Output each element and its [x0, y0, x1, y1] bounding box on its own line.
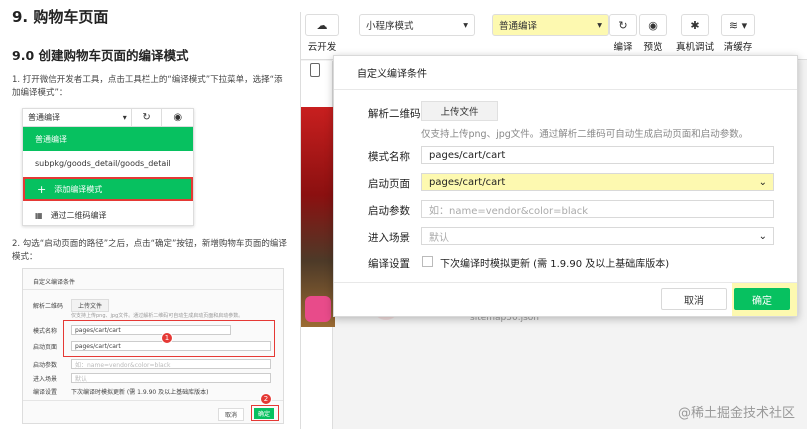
upload-note: 仅支持上传png、jpg文件。通过解析二维码可自动生成启动页面和启动参数。: [421, 129, 749, 140]
compile-setting-text: 下次编译时模拟更新 (需 1.9.90 及以上基础库版本): [440, 259, 670, 270]
simulator-preview-image: [301, 107, 335, 327]
clear-cache-label: 清缓存: [723, 42, 753, 53]
dropdown-item-label: 通过二维码编译: [50, 210, 107, 220]
scene-value: 默认: [429, 232, 449, 244]
compile-label: 编译: [613, 42, 633, 53]
start-page-value: pages/cart/cart: [429, 176, 506, 188]
mini-scene: 默认: [71, 373, 271, 383]
mini-param: 如：name=vendor&color=black: [71, 359, 271, 369]
compile-select-value: 普通编译: [499, 21, 538, 32]
compile-mode-dropdown-screenshot: 普通编译 ▾ ↻ ◉ 普通编译 subpkg/goods_detail/good…: [22, 108, 194, 226]
caret-down-icon: ▾: [597, 19, 602, 31]
badge-1: 1: [161, 332, 173, 344]
mode-name-label: 模式名称: [368, 151, 410, 163]
mini-confirm: 确定: [254, 408, 275, 419]
section-title: 9. 购物车页面: [12, 8, 109, 26]
refresh-icon: ↻: [132, 108, 163, 127]
subsection-title: 9.0 创建购物车页面的编译模式: [12, 48, 189, 63]
mode-name-input[interactable]: pages/cart/cart: [421, 146, 774, 164]
eye-icon: ◉: [648, 18, 658, 32]
mini-label: 启动参数: [33, 361, 58, 369]
dropdown-item: subpkg/goods_detail/goods_detail: [35, 158, 171, 168]
dropdown-item-label: 添加编译模式: [54, 184, 103, 194]
start-page-label: 启动页面: [368, 178, 410, 190]
start-param-placeholder: 如：name=vendor&color=black: [429, 205, 589, 217]
mini-label: 进入场景: [33, 375, 58, 383]
mini-dialog-title: 自定义编译条件: [33, 279, 76, 286]
cloud-icon: ☁: [316, 18, 328, 32]
dialog-title: 自定义编译条件: [334, 56, 797, 90]
start-param-label: 启动参数: [368, 205, 410, 217]
compile-select[interactable]: 普通编译 ▾: [492, 14, 609, 36]
mini-cancel: 取消: [218, 408, 245, 421]
dropdown-selected: 普通编译 ▾: [23, 108, 132, 127]
compile-setting-label: 编译设置: [368, 258, 410, 270]
simulate-update-checkbox[interactable]: [422, 256, 433, 267]
scene-label: 进入场景: [368, 232, 410, 244]
dropdown-item: 普通编译: [23, 127, 193, 151]
mini-compile-setting: 下次编译时模拟更新 (需 1.9.90 及以上基础库版本): [71, 389, 209, 396]
mini-upload: 上传文件: [71, 299, 110, 312]
cancel-button[interactable]: 取消: [661, 288, 727, 310]
mini-start-page: pages/cart/cart: [71, 341, 271, 351]
mini-label: 解析二维码: [33, 303, 64, 310]
start-param-input[interactable]: 如：name=vendor&color=black: [421, 200, 774, 218]
mini-mode-name: pages/cart/cart: [71, 325, 231, 335]
step-2-text: 2. 勾选“启动页面的路径”之后，点击“确定”按钮，新增购物车页面的编译模式：: [12, 239, 287, 262]
phone-icon: [310, 63, 320, 77]
cloud-button[interactable]: ☁: [305, 14, 339, 36]
mode-select[interactable]: 小程序模式 ▾: [359, 14, 475, 36]
custom-compile-dialog: 自定义编译条件 解析二维码 上传文件 仅支持上传png、jpg文件。通过解析二维…: [333, 55, 798, 317]
caret-down-icon: ▾: [463, 19, 468, 31]
eye-icon: ◉: [173, 112, 183, 123]
badge-2: 2: [260, 393, 272, 405]
bug-icon: ✱: [690, 18, 700, 32]
mini-label: 启动页面: [33, 343, 58, 351]
dialog-footer: 取消 确定: [334, 282, 797, 316]
upload-file-button[interactable]: 上传文件: [421, 101, 498, 121]
confirm-button[interactable]: 确定: [734, 288, 790, 310]
mini-dialog-screenshot: 自定义编译条件 解析二维码 上传文件 仅支持上传png、jpg文件。通过解析二维码…: [22, 268, 284, 424]
caret-down-icon: ▾: [122, 113, 127, 122]
start-page-select[interactable]: pages/cart/cart ⌄: [421, 173, 774, 191]
cloud-label: 云开发: [307, 42, 337, 53]
app-icon: [305, 296, 331, 322]
chevron-down-icon: ⌄: [758, 176, 767, 188]
clear-cache-button[interactable]: ≋ ▾: [721, 14, 755, 36]
ide-toolbar: ☁ 云开发 小程序模式 ▾ 普通编译 ▾ ↻ 编译 ◉ 预览 ✱ 真机调试 ≋ …: [301, 12, 807, 60]
dropdown-item-add: + 添加编译模式: [23, 177, 193, 201]
debug-button[interactable]: ✱: [681, 14, 709, 36]
preview-button[interactable]: ◉: [639, 14, 667, 36]
watermark: @稀土掘金技术社区: [677, 406, 795, 421]
dropdown-selected-label: 普通编译: [28, 113, 60, 122]
mini-label: 模式名称: [33, 327, 58, 335]
plus-icon: +: [37, 182, 47, 196]
chevron-down-icon: ⌄: [758, 230, 767, 242]
preview-label: 预览: [643, 42, 663, 53]
compile-button[interactable]: ↻: [609, 14, 637, 36]
scene-select[interactable]: 默认 ⌄: [421, 227, 774, 245]
layers-icon: ≋ ▾: [728, 18, 748, 32]
qr-label: 解析二维码: [368, 108, 421, 120]
dropdown-item-qr: ▦ 通过二维码编译: [23, 203, 193, 227]
debug-label: 真机调试: [675, 42, 714, 53]
mode-select-value: 小程序模式: [366, 21, 414, 32]
step-1-text: 1. 打开微信开发者工具，点击工具栏上的“编译模式”下拉菜单，选择“添加编译模式…: [12, 75, 283, 98]
mini-label: 编译设置: [33, 389, 58, 396]
mini-note: 仅支持上传png、jpg文件。通过解析二维码可自动生成启动页面和启动参数。: [71, 313, 244, 319]
refresh-icon: ↻: [618, 18, 628, 32]
qr-icon: ▦: [35, 210, 43, 220]
